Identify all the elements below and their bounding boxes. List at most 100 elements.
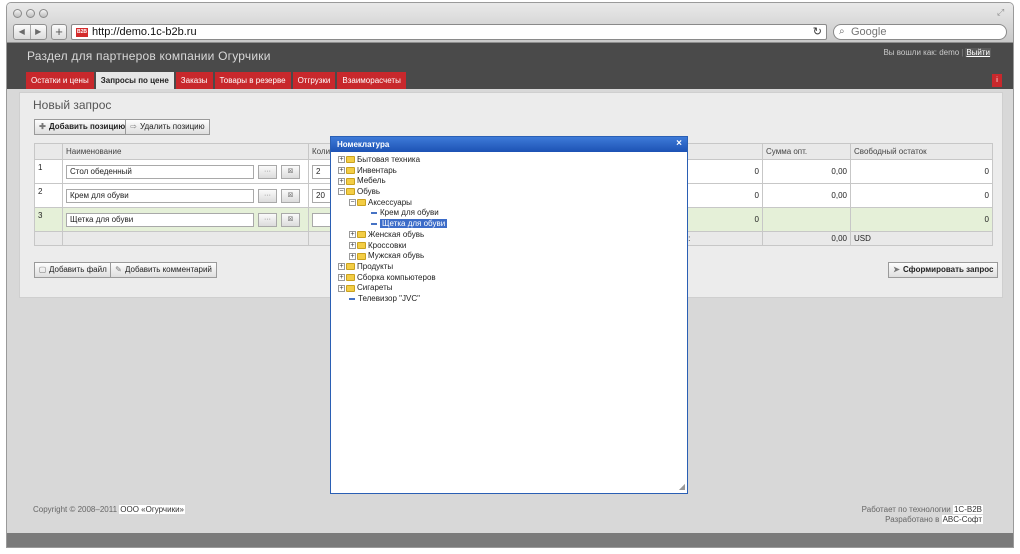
- tree-folder[interactable]: − Обувь: [338, 187, 447, 198]
- collapse-icon[interactable]: −: [338, 188, 345, 196]
- tab-reserved-goods[interactable]: Товары в резерве: [214, 72, 291, 89]
- add-file-button[interactable]: ▢ Добавить файл: [34, 262, 112, 278]
- add-comment-button[interactable]: ✎ Добавить комментарий: [110, 262, 217, 278]
- name-field[interactable]: Крем для обуви: [66, 188, 254, 203]
- tree-label[interactable]: Аксессуары: [368, 198, 412, 207]
- expand-icon[interactable]: +: [338, 273, 345, 281]
- name-cell: Стол обеденный ··· ⊠: [62, 159, 309, 184]
- back-arrow-icon[interactable]: ◀: [14, 25, 30, 39]
- expand-icon[interactable]: +: [338, 263, 345, 271]
- tree-folder[interactable]: + Сигареты: [338, 283, 447, 294]
- row-number: 3: [34, 207, 63, 232]
- tree-label[interactable]: Мебель: [357, 176, 386, 185]
- add-bookmark-button[interactable]: +: [51, 24, 67, 40]
- tab-settlements[interactable]: Взаиморасчеты: [337, 72, 406, 89]
- tree-label[interactable]: Женская обувь: [368, 230, 424, 239]
- tree-item[interactable]: Телевизор "JVC": [338, 294, 447, 305]
- expand-icon[interactable]: +: [338, 177, 345, 185]
- login-text: Вы вошли как: demo: [883, 48, 960, 57]
- tree-label[interactable]: Щетка для обуви: [380, 219, 448, 229]
- sum-wholesale-cell: 0,00: [762, 159, 851, 184]
- minimize-window-button[interactable]: [26, 9, 35, 18]
- free-balance-cell: 0: [850, 159, 993, 184]
- search-icon: ⌕: [839, 26, 845, 37]
- name-field[interactable]: Щетка для обуви: [66, 212, 254, 227]
- tree-folder[interactable]: + Продукты: [338, 262, 447, 273]
- dialog-header[interactable]: Номеклатура ×: [331, 137, 687, 152]
- page-title: Новый запрос: [33, 98, 112, 112]
- expand-icon[interactable]: +: [349, 241, 356, 249]
- company-link[interactable]: ООО «Огурчики»: [119, 505, 185, 514]
- developed-text: Разработано в: [885, 515, 940, 524]
- reload-icon[interactable]: ↻: [813, 25, 822, 39]
- powered-text: Работает по технологии: [861, 505, 951, 514]
- expand-icon[interactable]: +: [338, 167, 345, 175]
- tree-label[interactable]: Инвентарь: [357, 166, 397, 175]
- tree-folder[interactable]: + Инвентарь: [338, 166, 447, 177]
- browser-search-bar[interactable]: ⌕: [833, 24, 1007, 40]
- close-window-button[interactable]: [13, 9, 22, 18]
- technology-link[interactable]: 1C-B2B: [952, 505, 983, 514]
- tree-folder[interactable]: − Аксессуары: [338, 198, 447, 209]
- sum-wholesale-cell: 0,00: [762, 183, 851, 208]
- tree-folder[interactable]: + Бытовая техника: [338, 155, 447, 166]
- tree-folder[interactable]: + Женская обувь: [338, 230, 447, 241]
- tree-folder[interactable]: + Мебель: [338, 176, 447, 187]
- developer-link[interactable]: ABC-Софт: [941, 515, 983, 524]
- tree-folder[interactable]: + Мужская обувь: [338, 251, 447, 262]
- add-position-button[interactable]: ✚ Добавить позицию: [34, 119, 131, 135]
- expand-icon[interactable]: +: [349, 252, 356, 260]
- col-header-sum[interactable]: .: [680, 143, 763, 160]
- comment-icon: ✎: [115, 265, 122, 274]
- select-item-button[interactable]: ···: [258, 188, 277, 203]
- tree-item[interactable]: Щетка для обуви: [338, 219, 448, 230]
- tab-shipments[interactable]: Отгрузки: [292, 72, 336, 89]
- address-bar[interactable]: B2B http://demo.1c-b2b.ru ↻: [71, 24, 827, 40]
- delete-position-button[interactable]: ⇨ Удалить позицию: [125, 119, 210, 135]
- tab-price-requests[interactable]: Запросы по цене: [95, 72, 174, 89]
- tree-label[interactable]: Сборка компьютеров: [357, 273, 436, 282]
- collapse-icon[interactable]: −: [349, 199, 356, 207]
- browser-toolbar: ⤢ ◀ ▶ + B2B http://demo.1c-b2b.ru ↻ ⌕: [7, 3, 1013, 43]
- row-number: 2: [34, 183, 63, 208]
- clear-item-button[interactable]: ⊠: [281, 188, 300, 203]
- name-field[interactable]: Стол обеденный: [66, 164, 254, 179]
- folder-icon: [357, 231, 366, 239]
- select-item-button[interactable]: ···: [258, 164, 277, 179]
- logout-link[interactable]: Выйти: [965, 48, 991, 57]
- folder-icon: [346, 273, 355, 281]
- expand-icon[interactable]: +: [338, 156, 345, 164]
- tree-label[interactable]: Обувь: [357, 187, 380, 196]
- tree-item[interactable]: Крем для обуви: [338, 208, 447, 219]
- tab-stock-prices[interactable]: Остатки и цены: [26, 72, 94, 89]
- search-input[interactable]: [851, 26, 1001, 38]
- tree-label[interactable]: Сигареты: [357, 283, 392, 292]
- expand-icon[interactable]: +: [338, 284, 345, 292]
- col-header-sum-wholesale[interactable]: Сумма опт.: [762, 143, 851, 160]
- folder-icon: [346, 284, 355, 292]
- expand-icon[interactable]: +: [349, 231, 356, 239]
- close-icon[interactable]: ×: [676, 137, 682, 151]
- zoom-window-button[interactable]: [39, 9, 48, 18]
- select-item-button[interactable]: ···: [258, 212, 277, 227]
- forward-arrow-icon[interactable]: ▶: [29, 25, 47, 39]
- tree-folder[interactable]: + Кроссовки: [338, 241, 447, 252]
- copyright: Copyright © 2008–2011 ООО «Огурчики»: [33, 505, 185, 514]
- tree-folder[interactable]: + Сборка компьютеров: [338, 273, 447, 284]
- info-icon[interactable]: i: [992, 74, 1002, 87]
- create-request-button[interactable]: ➤ Сформировать запрос: [888, 262, 999, 278]
- clear-item-button[interactable]: ⊠: [281, 164, 300, 179]
- tree-label[interactable]: Телевизор "JVC": [358, 294, 420, 303]
- resize-grip-icon[interactable]: ◢: [679, 483, 685, 491]
- col-header-free-balance[interactable]: Свободный остаток: [850, 143, 993, 160]
- col-header-name[interactable]: Наименование: [62, 143, 309, 160]
- tab-orders[interactable]: Заказы: [175, 72, 213, 89]
- tree-label[interactable]: Крем для обуви: [380, 208, 439, 217]
- tree-label[interactable]: Продукты: [357, 262, 393, 271]
- fullscreen-icon[interactable]: ⤢: [997, 7, 1007, 17]
- tree-label[interactable]: Мужская обувь: [368, 251, 424, 260]
- clear-item-button[interactable]: ⊠: [281, 212, 300, 227]
- tree-label[interactable]: Бытовая техника: [357, 155, 420, 164]
- tree-label[interactable]: Кроссовки: [368, 241, 406, 250]
- history-buttons: ◀ ▶: [13, 24, 47, 40]
